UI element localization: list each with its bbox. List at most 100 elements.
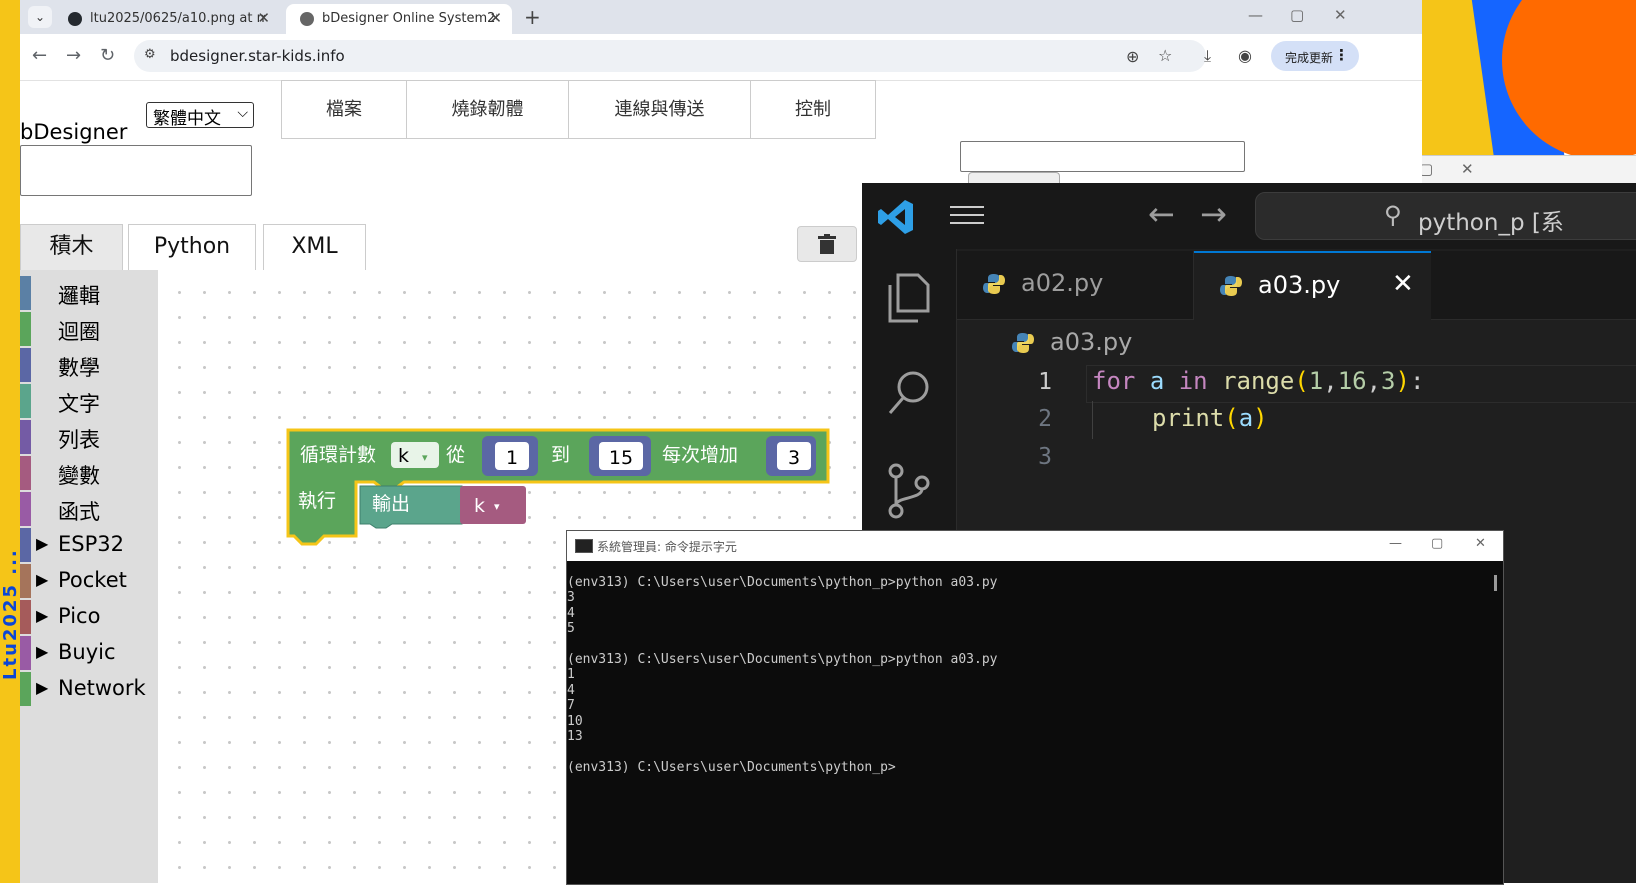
expand-arrow-icon[interactable]: ▶: [36, 534, 48, 553]
globe-icon: [300, 12, 314, 26]
search-icon[interactable]: [886, 369, 932, 419]
variable-k-block[interactable]: [460, 486, 526, 524]
explorer-icon[interactable]: [886, 273, 932, 323]
line-number: 3: [1038, 444, 1052, 470]
cmd-titlebar: 系統管理員: 命令提示字元 — ▢ ✕: [567, 531, 1503, 561]
reload-icon[interactable]: ↻: [100, 45, 115, 66]
cmd-title: 系統管理員: 命令提示字元: [597, 540, 737, 554]
toolbox-category[interactable]: ▶ Pico: [20, 600, 158, 634]
tab-blocks[interactable]: 積木: [20, 224, 123, 271]
tab-xml[interactable]: XML: [263, 224, 366, 271]
menu-file[interactable]: 檔案: [282, 81, 407, 138]
scrollbar[interactable]: [1494, 575, 1497, 591]
toolbox-category[interactable]: 邏輯: [20, 276, 158, 310]
tab-filename: a02.py: [1021, 269, 1104, 297]
toolbox-category[interactable]: 函式: [20, 492, 158, 526]
editor-tab-a03[interactable]: a03.py ✕: [1194, 251, 1431, 321]
bookmark-star-icon[interactable]: ☆: [1158, 46, 1172, 65]
paren: (: [1224, 404, 1239, 432]
cmd-output[interactable]: (env313) C:\Users\user\Documents\python_…: [567, 575, 1487, 775]
python-file-icon: [1012, 333, 1034, 353]
from-value: 1: [506, 447, 518, 469]
toolbox-category[interactable]: 文字: [20, 384, 158, 418]
category-color-bar: [20, 276, 31, 310]
line-number: 1: [1038, 369, 1052, 395]
new-tab-button[interactable]: +: [524, 5, 541, 29]
toolbox-category[interactable]: ▶ ESP32: [20, 528, 158, 562]
address-bar[interactable]: ⚙ bdesigner.star-kids.info ⊕ ☆: [134, 40, 1206, 72]
cmd-line: [567, 637, 1487, 652]
back-icon[interactable]: ←: [32, 45, 47, 66]
dropdown-arrow-icon: ▾: [494, 500, 500, 513]
minimize-icon[interactable]: —: [1389, 536, 1402, 551]
editor-tab-a02[interactable]: a02.py: [957, 251, 1194, 319]
forward-icon[interactable]: →: [66, 45, 81, 66]
download-icon[interactable]: ⤓: [1204, 46, 1211, 66]
toolbox-category[interactable]: 數學: [20, 348, 158, 382]
update-button[interactable]: 完成更新 ⋮: [1271, 41, 1359, 71]
toolbox-category[interactable]: 迴圈: [20, 312, 158, 346]
minimize-icon[interactable]: —: [1248, 6, 1263, 24]
forward-arrow-icon[interactable]: →: [1200, 195, 1227, 233]
expand-arrow-icon[interactable]: ▶: [36, 642, 48, 661]
cmd-line: 7: [567, 698, 575, 714]
toolbox-category[interactable]: ▶ Buyic: [20, 636, 158, 670]
close-icon[interactable]: ✕: [1392, 269, 1414, 299]
menu-control[interactable]: 控制: [751, 81, 875, 138]
toolbox-category[interactable]: ▶ Network: [20, 672, 158, 706]
trash-button[interactable]: [797, 226, 857, 262]
expand-arrow-icon[interactable]: ▶: [36, 570, 48, 589]
site-info-icon[interactable]: ⚙: [144, 47, 156, 62]
chevron-down-icon: ⌵: [237, 105, 248, 121]
number-literal: 16: [1337, 367, 1367, 395]
toolbox-category[interactable]: 變數: [20, 456, 158, 490]
close-icon[interactable]: ✕: [489, 9, 502, 27]
loop-step-label: 每次增加: [662, 444, 738, 466]
category-label: Pocket: [58, 568, 127, 592]
project-name-textarea[interactable]: [20, 145, 252, 196]
category-label: Network: [58, 676, 146, 700]
code-line-1[interactable]: for a in range(1,16,3):: [1092, 367, 1424, 395]
menu-connect-send[interactable]: 連線與傳送: [569, 81, 751, 138]
trash-icon: [818, 234, 836, 254]
indent-guide: [1092, 401, 1093, 439]
category-color-bar: [20, 312, 31, 346]
maximize-icon[interactable]: ▢: [1431, 536, 1443, 551]
menu-icon[interactable]: [950, 205, 984, 225]
back-arrow-icon[interactable]: ←: [1148, 195, 1175, 233]
category-color-bar: [20, 420, 31, 454]
zoom-icon[interactable]: ⊕: [1126, 47, 1139, 66]
more-menu-icon[interactable]: ⋮: [1334, 46, 1349, 64]
close-icon[interactable]: ✕: [1334, 6, 1347, 24]
terminal-icon: [575, 539, 593, 553]
vscode-titlebar: ← → ⚲ python_p [系: [862, 183, 1636, 249]
category-label: 迴圈: [58, 320, 100, 344]
tab-python[interactable]: Python: [128, 224, 256, 271]
url-text[interactable]: bdesigner.star-kids.info: [170, 47, 345, 65]
paren: ): [1395, 367, 1410, 395]
source-control-icon[interactable]: [886, 463, 932, 519]
tab-github[interactable]: ltu2025/0625/a10.png at mai ✕: [54, 4, 280, 34]
toolbox-category[interactable]: 列表: [20, 420, 158, 454]
close-icon[interactable]: ✕: [1475, 536, 1486, 551]
maximize-icon[interactable]: ▢: [1290, 6, 1304, 24]
tab-bdesigner[interactable]: bDesigner Online System202 ✕: [286, 4, 512, 34]
expand-arrow-icon[interactable]: ▶: [36, 606, 48, 625]
close-icon[interactable]: ✕: [1461, 160, 1474, 178]
close-icon[interactable]: ✕: [257, 9, 270, 27]
print-var-name: k: [474, 495, 485, 517]
toolbox-category[interactable]: ▶ Pocket: [20, 564, 158, 598]
command-center-search[interactable]: ⚲ python_p [系: [1255, 192, 1636, 240]
search-input[interactable]: [960, 141, 1245, 172]
code-line-2[interactable]: print(a): [1152, 404, 1268, 432]
desktop-side-text: Ltu2025 ...: [0, 548, 21, 680]
language-select[interactable]: 繁體中文 ⌵: [146, 102, 254, 129]
tab-title: ltu2025/0625/a10.png at mai: [90, 11, 265, 26]
breadcrumb-file: a03.py: [1050, 328, 1133, 356]
tab-search-button[interactable]: ⌄: [28, 6, 52, 28]
menu-flash-firmware[interactable]: 燒錄韌體: [407, 81, 569, 138]
update-label: 完成更新: [1285, 51, 1334, 65]
profile-icon[interactable]: ◉: [1238, 46, 1252, 65]
cmd-line: 5: [567, 621, 575, 637]
expand-arrow-icon[interactable]: ▶: [36, 678, 48, 697]
